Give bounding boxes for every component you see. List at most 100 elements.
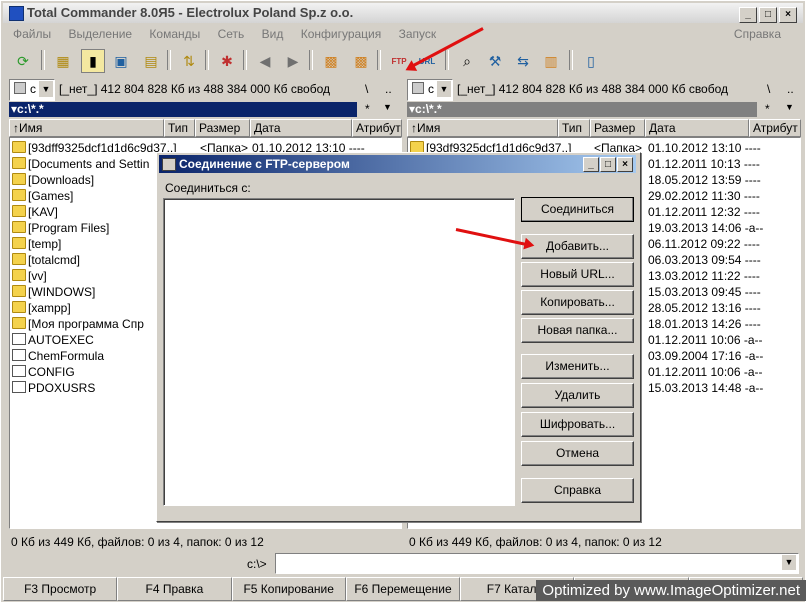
- pack-icon[interactable]: ✱: [215, 49, 239, 73]
- file-date: 28.05.2012 13:16 ----: [648, 301, 761, 315]
- file-name: [WINDOWS]: [28, 285, 96, 299]
- file-name: [totalcmd]: [28, 253, 81, 267]
- invert-selection-icon[interactable]: ⇅: [177, 49, 201, 73]
- tree-icon[interactable]: ▤: [139, 49, 163, 73]
- list-view-icon[interactable]: ▮: [81, 49, 105, 73]
- help-button[interactable]: Справка: [521, 478, 634, 503]
- file-date: 18.05.2012 13:59 ----: [648, 173, 761, 187]
- right-status: 0 Кб из 449 Кб, файлов: 0 из 4, папок: 0…: [409, 535, 662, 549]
- left-up-button[interactable]: ..: [385, 82, 392, 96]
- left-drive-bar: c ▼ [_нет_] 412 804 828 Кб из 488 384 00…: [7, 79, 401, 101]
- menu-config[interactable]: Конфигурация: [301, 27, 382, 41]
- f3-view-button[interactable]: F3 Просмотр: [3, 577, 118, 601]
- file-name: [vv]: [28, 269, 47, 283]
- left-drive-select[interactable]: c ▼: [9, 79, 55, 101]
- col-date[interactable]: Дата: [645, 119, 749, 137]
- title-bar[interactable]: Total Commander 8.0Я5 - Electrolux Polan…: [3, 3, 803, 23]
- menu-start[interactable]: Запуск: [399, 27, 437, 41]
- thumbnails-icon[interactable]: ▣: [109, 49, 133, 73]
- close-icon[interactable]: ×: [779, 7, 797, 23]
- file-date: 03.09.2004 17:16 -a--: [648, 349, 764, 363]
- col-size[interactable]: Размер: [590, 119, 645, 137]
- f5-copy-button[interactable]: F5 Копирование: [231, 577, 346, 601]
- minimize-icon[interactable]: _: [739, 7, 757, 23]
- menu-help[interactable]: Справка: [734, 27, 781, 41]
- file-date: 01.12.2011 10:06 -a--: [648, 365, 763, 379]
- menu-bar: Файлы Выделение Команды Сеть Вид Конфигу…: [3, 25, 803, 43]
- edit-button[interactable]: Изменить...: [521, 354, 634, 379]
- file-date: 01.12.2011 10:06 -a--: [648, 333, 763, 347]
- right-root-button[interactable]: \: [767, 82, 770, 96]
- notepad-icon[interactable]: ▯: [579, 49, 603, 73]
- refresh-icon[interactable]: ⟳: [11, 49, 35, 73]
- menu-selection[interactable]: Выделение: [68, 27, 132, 41]
- multi-rename-icon[interactable]: ⚒: [483, 49, 507, 73]
- chevron-down-icon[interactable]: ▼: [437, 81, 451, 97]
- sync-dirs-icon[interactable]: ⇆: [511, 49, 535, 73]
- chevron-down-icon[interactable]: ▼: [39, 81, 53, 97]
- col-attr[interactable]: Атрибут: [352, 119, 402, 137]
- right-history-icon[interactable]: ▼: [785, 102, 794, 112]
- connection-list[interactable]: [163, 198, 515, 506]
- file-name: [Моя программа Спр: [28, 317, 144, 331]
- f4-edit-button[interactable]: F4 Правка: [117, 577, 232, 601]
- file-name: ChemFormula: [28, 349, 105, 363]
- back-arrow-icon[interactable]: ◀: [253, 49, 277, 73]
- left-path-bar[interactable]: ▾c:\*.*: [9, 102, 357, 117]
- right-up-button[interactable]: ..: [787, 82, 794, 96]
- col-size[interactable]: Размер: [195, 119, 250, 137]
- dialog-title-bar[interactable]: Соединение с FTP-сервером _ □ ×: [159, 155, 636, 173]
- menu-files[interactable]: Файлы: [13, 27, 51, 41]
- file-date: 15.03.2013 14:48 -a--: [648, 381, 764, 395]
- left-star-button[interactable]: *: [365, 102, 370, 116]
- maximize-icon[interactable]: □: [759, 7, 777, 23]
- delete-button[interactable]: Удалить: [521, 383, 634, 408]
- pack-files-icon[interactable]: ▩: [319, 49, 343, 73]
- file-name: [Documents and Settin: [28, 157, 150, 171]
- right-drive-select[interactable]: c ▼: [407, 79, 453, 101]
- col-attr[interactable]: Атрибут: [749, 119, 801, 137]
- right-star-button[interactable]: *: [765, 102, 770, 116]
- file-date: 06.03.2013 09:54 ----: [648, 253, 761, 267]
- menu-network[interactable]: Сеть: [218, 27, 245, 41]
- dialog-title: Соединение с FTP-сервером: [179, 157, 350, 171]
- file-date: 01.12.2011 12:32 ----: [648, 205, 760, 219]
- file-icon: [12, 333, 26, 345]
- connect-button[interactable]: Соединиться: [521, 197, 634, 222]
- left-history-icon[interactable]: ▼: [383, 102, 392, 112]
- file-date: 06.11.2012 09:22 ----: [648, 237, 760, 251]
- col-type[interactable]: Тип: [164, 119, 195, 137]
- new-folder-button[interactable]: Новая папка...: [521, 318, 634, 343]
- left-status: 0 Кб из 449 Кб, файлов: 0 из 4, папок: 0…: [11, 535, 264, 549]
- right-path-bar[interactable]: ▾c:\*.*: [407, 102, 757, 117]
- menu-view[interactable]: Вид: [262, 27, 284, 41]
- folder-icon: [12, 221, 26, 233]
- find-icon[interactable]: ⌕: [455, 49, 479, 73]
- command-line-input[interactable]: ▼: [275, 553, 799, 574]
- dialog-icon: [162, 158, 176, 171]
- col-date[interactable]: Дата: [250, 119, 352, 137]
- add-button[interactable]: Добавить...: [521, 234, 634, 259]
- folder-icon: [12, 269, 26, 281]
- col-type[interactable]: Тип: [558, 119, 590, 137]
- new-url-button[interactable]: Новый URL...: [521, 262, 634, 287]
- maximize-icon[interactable]: □: [600, 157, 616, 172]
- minimize-icon[interactable]: _: [583, 157, 599, 172]
- f6-move-button[interactable]: F6 Перемещение: [345, 577, 461, 601]
- file-icon: [12, 381, 26, 393]
- menu-commands[interactable]: Команды: [149, 27, 200, 41]
- col-name[interactable]: ↑Имя: [407, 119, 558, 137]
- left-root-button[interactable]: \: [365, 82, 368, 96]
- icons-view-icon[interactable]: ▦: [51, 49, 75, 73]
- close-icon[interactable]: ×: [617, 157, 633, 172]
- forward-arrow-icon[interactable]: ▶: [281, 49, 305, 73]
- compare-icon[interactable]: ▥: [539, 49, 563, 73]
- unpack-files-icon[interactable]: ▩: [349, 49, 373, 73]
- encrypt-button[interactable]: Шифровать...: [521, 412, 634, 437]
- chevron-down-icon[interactable]: ▼: [782, 555, 796, 570]
- file-date: 15.03.2013 09:45 ----: [648, 285, 761, 299]
- folder-icon: [12, 189, 26, 201]
- cancel-button[interactable]: Отмена: [521, 441, 634, 466]
- col-name[interactable]: ↑Имя: [9, 119, 164, 137]
- copy-button[interactable]: Копировать...: [521, 290, 634, 315]
